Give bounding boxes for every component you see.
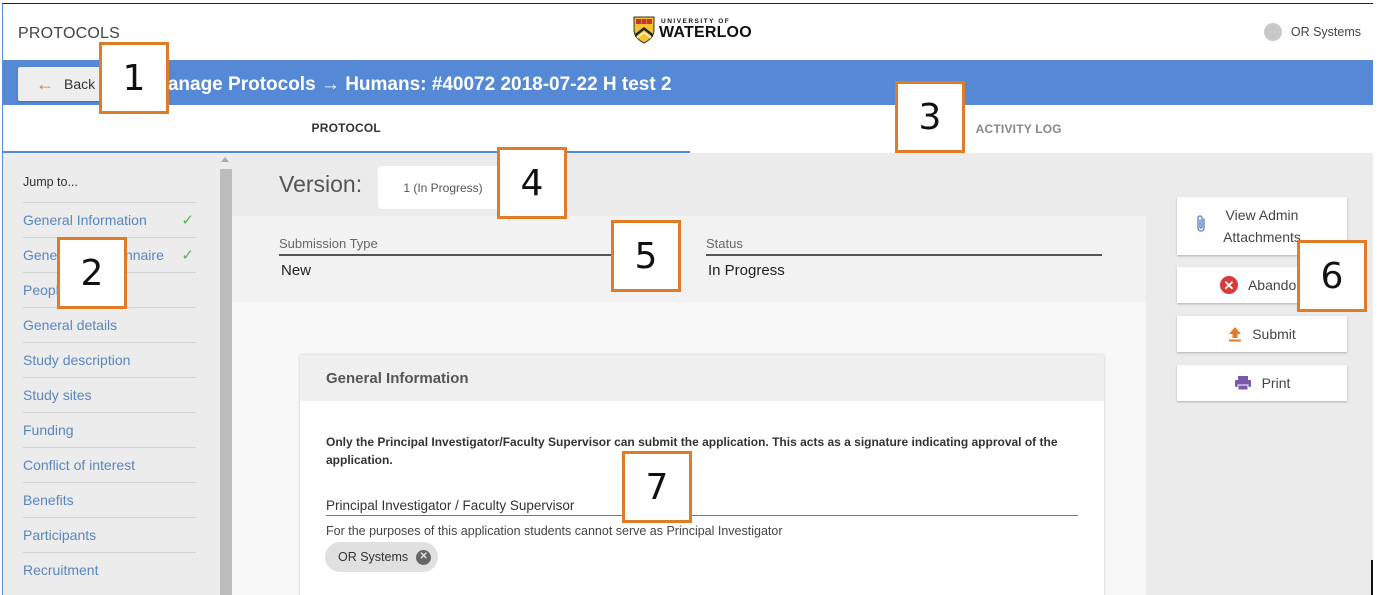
version-select-value: 1 (In Progress) bbox=[403, 180, 483, 195]
remove-chip-icon[interactable]: ✕ bbox=[416, 549, 432, 565]
pi-field-help: For the purposes of this application stu… bbox=[326, 524, 783, 538]
sidebar-item-label: Participants bbox=[23, 527, 97, 543]
general-information-card: General Information Only the Principal I… bbox=[300, 355, 1104, 595]
sidebar-item-study-description[interactable]: Study description bbox=[23, 342, 196, 377]
jump-to-label: Jump to... bbox=[23, 175, 78, 189]
app-title[interactable]: PROTOCOLS bbox=[18, 25, 120, 43]
actions-column: View Admin Attachments ✕ Abandon Submit bbox=[1146, 153, 1373, 595]
sidebar-item-recruitment[interactable]: Recruitment bbox=[23, 552, 196, 587]
sidebar-item-label: Recruitment bbox=[23, 562, 99, 578]
sidebar-scrollbar[interactable] bbox=[218, 153, 232, 595]
logo-big-text: WATERLOO bbox=[659, 24, 752, 42]
version-select[interactable]: 1 (In Progress) bbox=[378, 166, 508, 209]
page-title: Manage Protocols → Humans: #40072 2018-0… bbox=[152, 74, 672, 95]
sidebar-item-label: Benefits bbox=[23, 492, 74, 508]
label-line-1: View Admin bbox=[1225, 207, 1299, 223]
main-content: Version: 1 (In Progress) Submission Type… bbox=[232, 153, 1373, 595]
sidebar-item-study-sites[interactable]: Study sites bbox=[23, 377, 196, 412]
scrollbar-thumb[interactable] bbox=[220, 169, 232, 595]
protocol-meta: Submission Type New Status In Progress bbox=[232, 216, 1146, 302]
annotation-2: 2 bbox=[57, 237, 127, 309]
print-button[interactable]: Print bbox=[1177, 365, 1347, 401]
window-edge bbox=[1371, 560, 1373, 595]
avatar-icon bbox=[1263, 23, 1282, 41]
logo-text: UNIVERSITY OF WATERLOO bbox=[659, 18, 752, 42]
card-title: General Information bbox=[300, 355, 1104, 401]
submit-permission-note: Only the Principal Investigator/Faculty … bbox=[326, 435, 1058, 467]
sidebar-item-label: Study sites bbox=[23, 387, 92, 403]
status-value: In Progress bbox=[708, 262, 785, 279]
annotation-5: 5 bbox=[611, 220, 681, 292]
jump-to-sidebar: Jump to... General Information ✓ General… bbox=[3, 153, 218, 595]
title-bar: Manage Protocols → Humans: #40072 2018-0… bbox=[3, 60, 1373, 105]
annotation-3: 3 bbox=[895, 81, 965, 153]
print-label: Print bbox=[1261, 375, 1291, 391]
tab-protocol-label: PROTOCOL bbox=[311, 121, 381, 135]
sidebar-item-label: Study description bbox=[23, 352, 131, 368]
submit-button[interactable]: Submit bbox=[1177, 316, 1347, 352]
university-logo: UNIVERSITY OF WATERLOO bbox=[633, 16, 752, 44]
checkmark-icon: ✓ bbox=[181, 212, 194, 229]
paperclip-icon bbox=[1197, 215, 1205, 232]
submit-label: Submit bbox=[1252, 326, 1296, 342]
back-button-label: Back bbox=[64, 76, 96, 92]
sidebar-item-participants[interactable]: Participants bbox=[23, 517, 196, 552]
status-field: Status In Progress bbox=[706, 236, 1102, 279]
upload-icon bbox=[1229, 327, 1242, 342]
version-label: Version: bbox=[279, 171, 363, 197]
status-label: Status bbox=[706, 236, 1102, 256]
sidebar-item-funding[interactable]: Funding bbox=[23, 412, 196, 447]
user-menu[interactable]: OR Systems bbox=[1263, 23, 1361, 41]
waterloo-shield-icon bbox=[633, 16, 655, 44]
sidebar-item-label: General details bbox=[23, 317, 118, 333]
annotation-6: 6 bbox=[1297, 240, 1367, 312]
user-name: OR Systems bbox=[1290, 25, 1361, 39]
sidebar-item-general-details[interactable]: General details bbox=[23, 307, 196, 342]
checkmark-icon: ✓ bbox=[181, 247, 194, 264]
pi-field-label: Principal Investigator / Faculty Supervi… bbox=[326, 498, 1078, 516]
pi-chip[interactable]: OR Systems ✕ bbox=[325, 542, 439, 572]
top-header: PROTOCOLS UNIVERSITY OF WATERLOO OR Syst… bbox=[3, 4, 1373, 60]
arrow-left-icon: ← bbox=[36, 74, 54, 94]
abandon-label: Abandon bbox=[1247, 277, 1305, 293]
sidebar-item-label: Conflict of interest bbox=[23, 457, 136, 473]
sidebar-item-conflict-of-interest[interactable]: Conflict of interest bbox=[23, 447, 196, 482]
cancel-circle-icon: ✕ bbox=[1219, 276, 1238, 294]
pi-chip-label: OR Systems bbox=[338, 550, 409, 564]
annotation-4: 4 bbox=[497, 147, 567, 219]
annotation-7: 7 bbox=[622, 451, 692, 523]
tab-activity-log-label: ACTIVITY LOG bbox=[975, 122, 1062, 136]
back-button[interactable]: ← Back bbox=[18, 67, 102, 101]
scroll-up-arrow-icon[interactable] bbox=[221, 157, 229, 162]
printer-icon bbox=[1234, 376, 1251, 391]
tab-activity-log[interactable]: ACTIVITY LOG bbox=[690, 105, 1374, 153]
sidebar-item-label: General Information bbox=[23, 212, 147, 228]
annotation-1: 1 bbox=[99, 42, 169, 114]
sidebar-item-general-information[interactable]: General Information ✓ bbox=[23, 202, 196, 237]
sidebar-item-label: Funding bbox=[23, 422, 74, 438]
tab-bar: PROTOCOL ACTIVITY LOG bbox=[3, 105, 1373, 153]
sidebar-item-benefits[interactable]: Benefits bbox=[23, 482, 196, 517]
version-row: Version: 1 (In Progress) bbox=[232, 153, 1146, 216]
